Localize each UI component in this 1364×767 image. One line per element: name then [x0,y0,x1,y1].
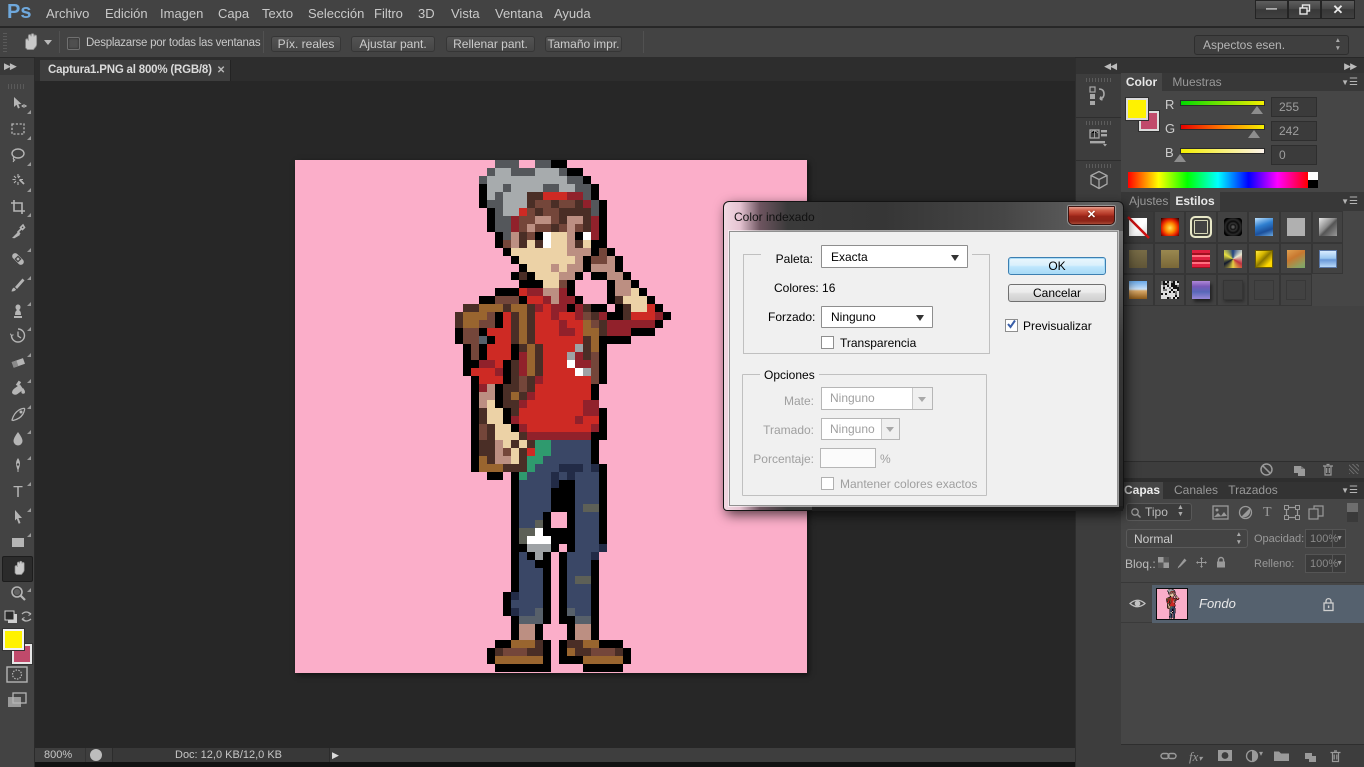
svg-text:T: T [13,484,23,500]
